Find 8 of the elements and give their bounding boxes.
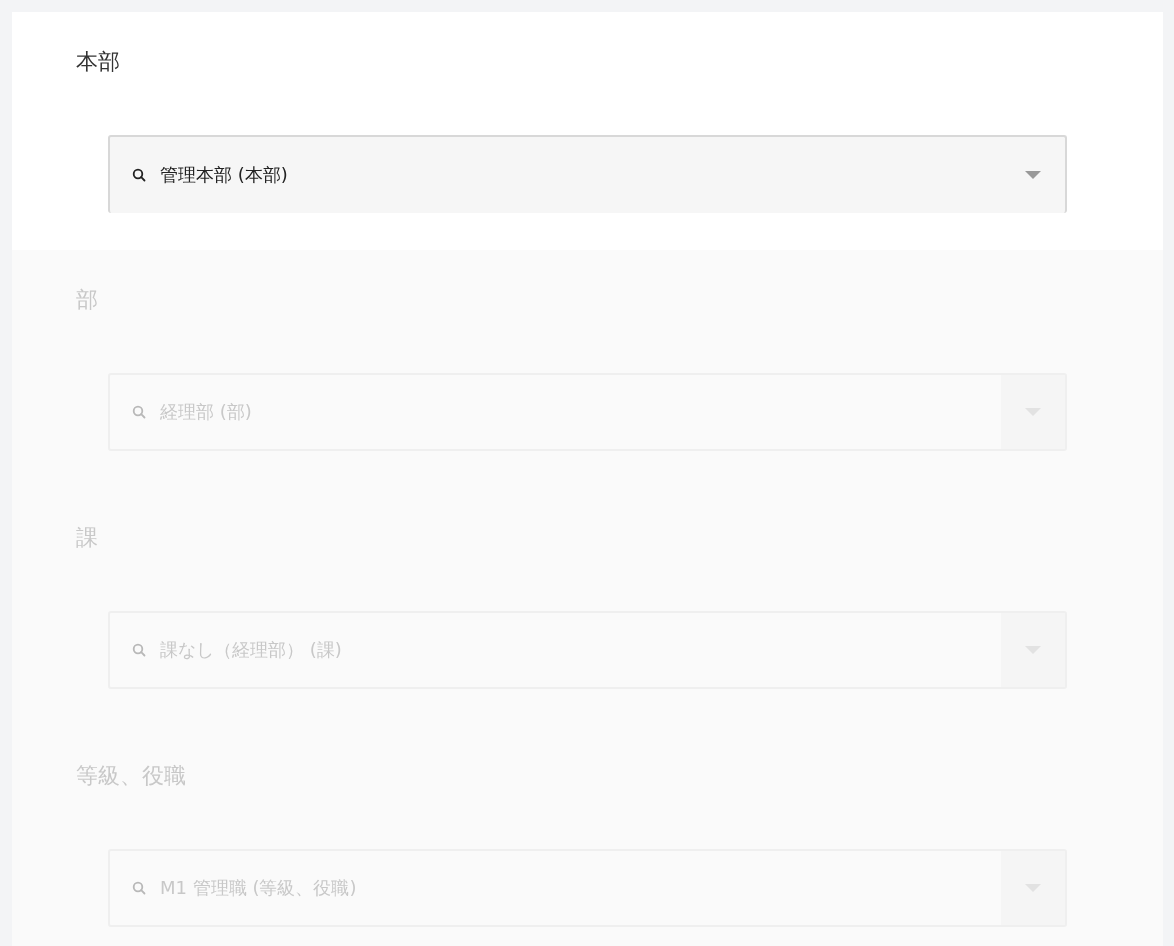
select-field[interactable]: 管理本部 (本部) — [108, 135, 1067, 213]
select-value: 管理本部 (本部) — [160, 163, 289, 187]
caret-icon — [1025, 171, 1041, 179]
search-icon — [132, 643, 146, 657]
search-icon — [132, 405, 146, 419]
search-icon — [132, 168, 146, 182]
search-icon — [132, 881, 146, 895]
field-label: 本部 — [76, 50, 121, 74]
